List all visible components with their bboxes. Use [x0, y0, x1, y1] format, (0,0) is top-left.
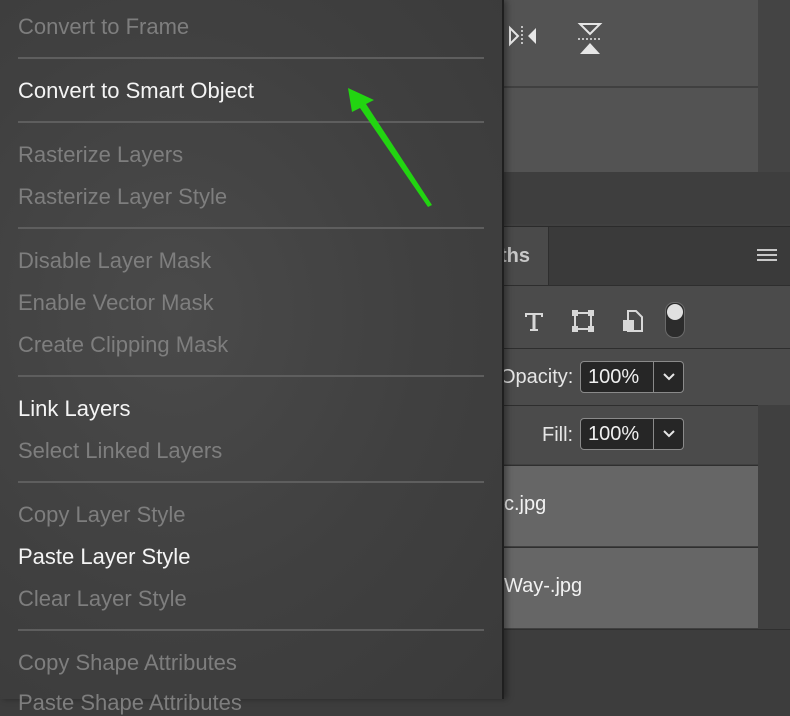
menu-separator — [18, 121, 484, 123]
menu-separator — [18, 375, 484, 377]
smart-object-filter-icon[interactable] — [620, 309, 644, 333]
tab-paths[interactable]: ths — [500, 227, 549, 285]
menu-item-enable-vector-mask: Enable Vector Mask — [18, 290, 214, 315]
menu-separator — [18, 481, 484, 483]
layer-name: Way-.jpg — [504, 575, 583, 597]
chevron-down-icon[interactable] — [661, 423, 677, 443]
menu-item-clear-layer-style: Clear Layer Style — [18, 586, 187, 611]
chevron-down-icon[interactable] — [661, 366, 677, 386]
menu-item-disable-layer-mask: Disable Layer Mask — [18, 248, 212, 273]
menu-item-convert-to-frame: Convert to Frame — [18, 14, 190, 39]
fill-label: Fill: — [542, 424, 574, 446]
shape-filter-icon[interactable] — [571, 309, 595, 333]
menu-item-link-layers[interactable]: Link Layers — [18, 396, 131, 422]
menu-item-copy-layer-style: Copy Layer Style — [18, 502, 186, 527]
opacity-label: Opacity: — [500, 366, 574, 388]
fill-field[interactable]: 100% — [580, 418, 684, 450]
menu-item-rasterize-layer-style: Rasterize Layer Style — [18, 184, 228, 209]
hamburger-icon[interactable] — [757, 249, 777, 263]
type-filter-icon[interactable] — [522, 309, 546, 333]
menu-item-paste-shape-attributes: Paste Shape Attributes — [18, 690, 242, 715]
panel-gutter — [758, 0, 790, 172]
fill-value: 100% — [588, 423, 640, 445]
opacity-value: 100% — [588, 366, 640, 388]
opacity-field[interactable]: 100% — [580, 361, 684, 393]
menu-item-create-clipping-mask: Create Clipping Mask — [18, 332, 229, 357]
menu-separator — [18, 629, 484, 631]
menu-item-paste-layer-style[interactable]: Paste Layer Style — [18, 544, 190, 570]
menu-item-select-linked-layers: Select Linked Layers — [18, 438, 223, 463]
layer-name: c.jpg — [504, 493, 547, 515]
fill-row: Fill: 100% — [500, 405, 758, 464]
layer-context-menu: Convert to Frame Convert to Smart Object… — [0, 0, 504, 715]
layers-panel-tabs: ths — [500, 226, 790, 285]
distribute-horizontal-icon[interactable] — [506, 22, 538, 50]
menu-item-convert-to-smart-object[interactable]: Convert to Smart Object — [18, 78, 254, 104]
opacity-row: Opacity: 100% — [500, 348, 790, 405]
layer-row[interactable]: Way-.jpg — [500, 547, 758, 628]
menu-item-copy-shape-attributes: Copy Shape Attributes — [18, 650, 237, 675]
align-options-bar-lower — [500, 88, 758, 172]
menu-separator — [18, 57, 484, 59]
tab-paths-label: ths — [500, 245, 530, 267]
layers-empty-area — [500, 629, 790, 700]
layer-filter-bar — [500, 285, 790, 348]
filter-toggle[interactable] — [665, 302, 685, 338]
distribute-vertical-icon[interactable] — [576, 22, 604, 54]
align-options-bar — [500, 0, 758, 86]
layer-row[interactable]: c.jpg — [500, 465, 758, 546]
panel-spacer — [500, 172, 790, 224]
menu-item-rasterize-layers: Rasterize Layers — [18, 142, 184, 167]
menu-separator — [18, 227, 484, 229]
